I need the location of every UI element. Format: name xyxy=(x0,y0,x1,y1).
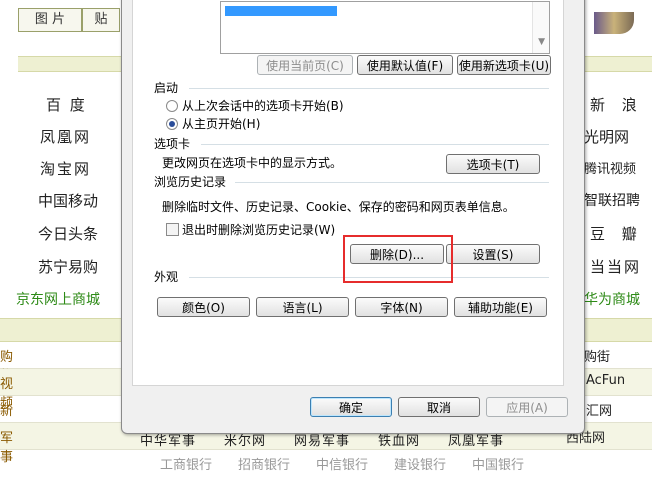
category-link[interactable]: 汇网 xyxy=(586,400,612,419)
radio-home-page-label[interactable]: 从主页开始(H) xyxy=(182,115,260,132)
tab-posts[interactable]: 贴 xyxy=(82,8,120,32)
colors-button[interactable]: 颜色(O) xyxy=(157,297,250,317)
apply-button[interactable]: 应用(A) xyxy=(486,397,568,417)
fonts-button[interactable]: 字体(N) xyxy=(355,297,448,317)
internet-options-dialog: ▼ 使用当前页(C) 使用默认值(F) 使用新选项卡(U) 启动 从上次会话中的… xyxy=(121,0,585,434)
site-link[interactable]: 光明网 xyxy=(584,126,629,147)
site-link-green[interactable]: 华为商城 xyxy=(584,289,640,309)
appearance-group-title: 外观 xyxy=(154,270,179,284)
ok-button[interactable]: 确定 xyxy=(310,397,392,417)
home-page-textarea[interactable]: ▼ xyxy=(220,1,550,54)
radio-last-session-label[interactable]: 从上次会话中的选项卡开始(B) xyxy=(182,97,344,114)
site-link[interactable]: 智联招聘 xyxy=(584,190,640,210)
accessibility-button[interactable]: 辅助功能(E) xyxy=(454,297,547,317)
radio-home-page[interactable] xyxy=(166,118,178,130)
scroll-down-icon[interactable]: ▼ xyxy=(538,37,545,47)
history-description: 删除临时文件、历史记录、Cookie、保存的密码和网页表单信息。 xyxy=(162,200,515,214)
site-link-green[interactable]: 京东网上商城 xyxy=(16,289,120,309)
banner-image xyxy=(594,12,634,34)
category-link[interactable]: 购街 xyxy=(584,346,610,365)
history-group-title: 浏览历史记录 xyxy=(154,175,227,189)
bank-links[interactable]: 工商银行 招商银行 中信银行 建设银行 中国银行 xyxy=(160,454,524,473)
history-settings-button[interactable]: 设置(S) xyxy=(446,244,540,264)
tabs-button[interactable]: 选项卡(T) xyxy=(446,154,540,174)
use-new-tab-button[interactable]: 使用新选项卡(U) xyxy=(457,55,551,75)
languages-button[interactable]: 语言(L) xyxy=(256,297,349,317)
delete-on-exit-checkbox[interactable] xyxy=(166,223,179,236)
radio-last-session[interactable] xyxy=(166,100,178,112)
site-link[interactable]: 豆 瓣 xyxy=(590,223,643,244)
group-divider xyxy=(189,88,549,89)
site-link[interactable]: 腾讯视频 xyxy=(584,158,636,177)
tabs-description: 更改网页在选项卡中的显示方式。 xyxy=(162,156,343,170)
use-current-button[interactable]: 使用当前页(C) xyxy=(257,55,353,75)
delete-on-exit-label[interactable]: 退出时删除浏览历史记录(W) xyxy=(182,221,335,238)
category-link[interactable]: AcFun xyxy=(586,373,625,388)
use-default-button[interactable]: 使用默认值(F) xyxy=(357,55,453,75)
startup-group-title: 启动 xyxy=(154,81,179,95)
cancel-button[interactable]: 取消 xyxy=(398,397,480,417)
category-label[interactable]: 军 事 xyxy=(0,427,30,465)
selected-url-text xyxy=(225,6,337,16)
highlight-box xyxy=(343,235,453,283)
site-link[interactable]: 新 浪 xyxy=(590,94,643,115)
group-divider xyxy=(201,144,549,145)
group-divider xyxy=(235,182,549,183)
tabs-group-title: 选项卡 xyxy=(154,137,191,151)
site-link[interactable]: 当当网 xyxy=(590,256,641,277)
general-tab-panel: ▼ 使用当前页(C) 使用默认值(F) 使用新选项卡(U) 启动 从上次会话中的… xyxy=(132,0,564,386)
tab-images[interactable]: 图 片 xyxy=(18,8,82,32)
